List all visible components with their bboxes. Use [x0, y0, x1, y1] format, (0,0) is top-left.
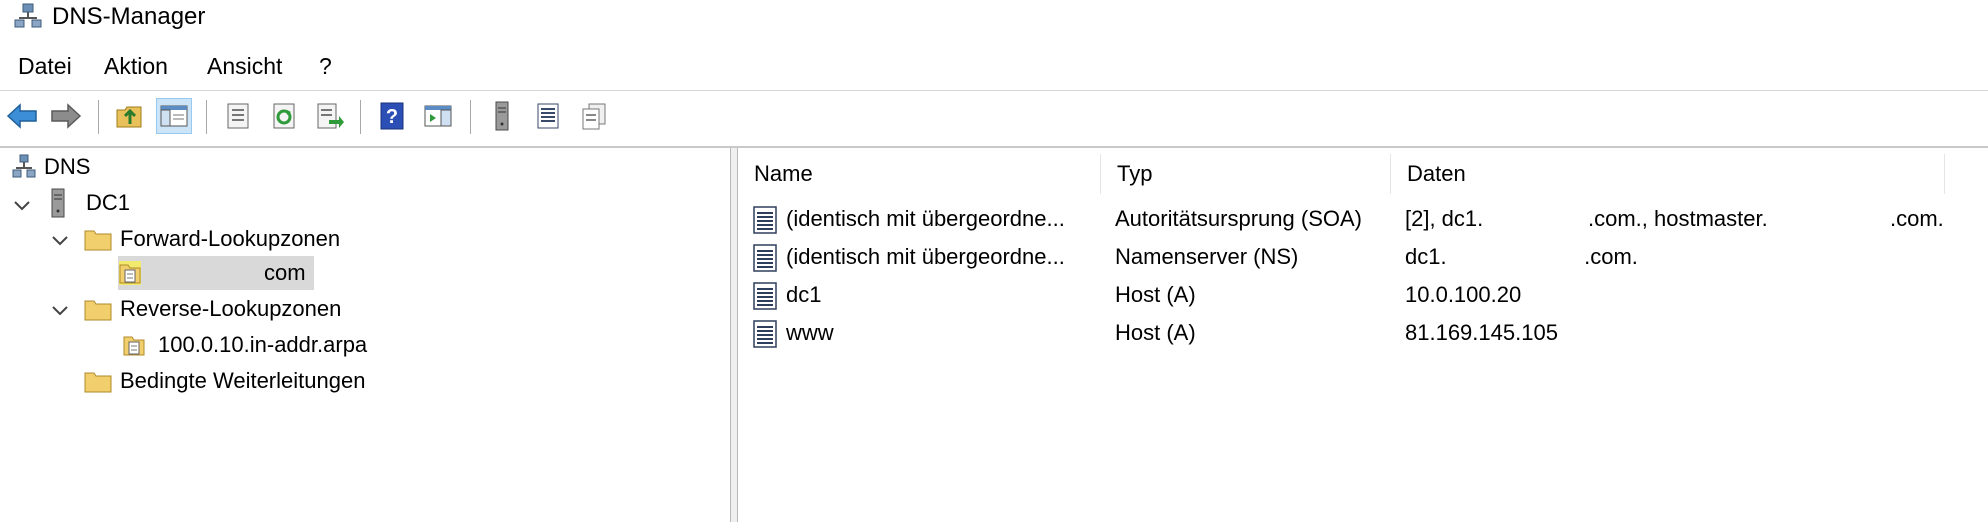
tree-item-reverse-lookup-zones[interactable]: Reverse-Lookupzonen [84, 292, 341, 326]
cell-name: www [786, 320, 834, 345]
refresh-button[interactable] [266, 98, 302, 134]
folder-icon [84, 300, 112, 321]
chevron-down-icon[interactable] [12, 195, 32, 215]
toolbar-separator [206, 100, 207, 134]
dns-manager-icon [14, 3, 42, 28]
cell-data: dc1. [1405, 244, 1447, 269]
table-row[interactable]: (identisch mit übergeordne... Namenserve… [738, 238, 1988, 276]
forward-arrow-icon [51, 103, 82, 129]
cell-type: Host (A) [1115, 282, 1196, 307]
dns-root-icon [12, 154, 36, 178]
cell-data: [2], dc1. [1405, 206, 1484, 231]
export-list-icon [317, 103, 344, 129]
cell-type: Autoritätsursprung (SOA) [1115, 206, 1362, 231]
record-list-icon [537, 103, 559, 129]
show-hide-tree-icon [160, 105, 188, 127]
record-icon [753, 206, 777, 234]
copy-records-icon [582, 103, 606, 130]
menu-help[interactable]: ? [317, 52, 334, 80]
table-row[interactable]: (identisch mit übergeordne... Autoritäts… [738, 200, 1988, 238]
menu-ansicht[interactable]: Ansicht [205, 52, 284, 80]
tree-label-forward-zone: com [264, 260, 306, 285]
properties-button[interactable] [220, 98, 256, 134]
tree-label-conditional-forwarders: Bedingte Weiterleitungen [120, 368, 366, 393]
menu-datei[interactable]: Datei [16, 52, 74, 80]
refresh-icon [273, 103, 295, 129]
show-hide-action-pane-button[interactable] [420, 98, 456, 134]
cell-data: .com. [1890, 206, 1944, 231]
tree-label-dns: DNS [44, 154, 91, 179]
record-icon [753, 320, 777, 348]
table-row[interactable]: dc1 Host (A) 10.0.100.20 [738, 276, 1988, 314]
help-button[interactable]: ? [374, 98, 410, 134]
record-list-button[interactable] [530, 98, 566, 134]
menu-aktion[interactable]: Aktion [102, 52, 170, 80]
cell-name: dc1 [786, 282, 822, 307]
svg-text:?: ? [386, 106, 398, 128]
tree-item-dns[interactable]: DNS [12, 150, 90, 184]
title-bar: DNS-Manager [0, 0, 1988, 36]
results-list: Name Typ Daten (identisch mit übergeordn… [738, 148, 1988, 522]
toolbar-separator [98, 100, 99, 134]
tree-label-reverse-lookup-zones: Reverse-Lookupzonen [120, 296, 342, 321]
back-button[interactable] [4, 98, 40, 134]
server-button[interactable] [484, 98, 520, 134]
tree-label-forward-lookup-zones: Forward-Lookupzonen [120, 226, 341, 251]
redacted-zone-name [146, 261, 264, 285]
pane-splitter[interactable] [730, 148, 738, 522]
list-header: Name Typ Daten [738, 154, 1988, 194]
zone-icon [119, 261, 141, 285]
server-icon [495, 101, 509, 131]
export-list-button[interactable] [312, 98, 348, 134]
tree-item-reverse-zone[interactable]: 100.0.10.in-addr.arpa [122, 328, 367, 362]
cell-name: (identisch mit übergeordne... [786, 244, 1065, 269]
toolbar-separator [360, 100, 361, 134]
tree-item-forward-lookup-zones[interactable]: Forward-Lookupzonen [84, 222, 340, 256]
record-icon [753, 282, 777, 310]
chevron-down-icon[interactable] [50, 230, 70, 250]
tree-item-conditional-forwarders[interactable]: Bedingte Weiterleitungen [84, 364, 365, 398]
cell-type: Namenserver (NS) [1115, 244, 1299, 269]
tree-label-reverse-zone: 100.0.10.in-addr.arpa [158, 332, 368, 357]
server-icon [51, 188, 65, 218]
menu-bar: Datei Aktion Ansicht ? [0, 48, 1988, 88]
show-hide-console-tree-button[interactable] [156, 98, 192, 134]
column-header-typ[interactable]: Typ [1101, 154, 1391, 194]
tree-item-dc1[interactable]: DC1 [48, 186, 130, 220]
cell-data: .com. [1578, 244, 1638, 269]
cell-data: 10.0.100.20 [1405, 282, 1522, 307]
column-header-name[interactable]: Name [738, 154, 1101, 194]
help-icon: ? [380, 102, 404, 130]
folder-icon [84, 372, 112, 393]
menu-separator [0, 90, 1988, 91]
back-arrow-icon [6, 103, 37, 129]
up-folder-icon [116, 106, 142, 128]
action-pane-icon [424, 105, 452, 127]
cell-data: .com., hostmaster. [1588, 206, 1768, 231]
chevron-down-icon[interactable] [50, 300, 70, 320]
record-icon [753, 244, 777, 272]
copy-records-button[interactable] [576, 98, 612, 134]
folder-icon [84, 230, 112, 251]
console-tree: DNS DC1 Forward-Lookupzonen com Reverse-… [0, 148, 730, 522]
forward-button[interactable] [48, 98, 84, 134]
cell-data: 81.169.145.105 [1405, 320, 1558, 345]
zone-icon [123, 336, 145, 356]
cell-name: (identisch mit übergeordne... [786, 206, 1065, 231]
cell-type: Host (A) [1115, 320, 1196, 345]
up-one-level-button[interactable] [112, 98, 148, 134]
window-title: DNS-Manager [52, 3, 206, 30]
tree-item-forward-zone[interactable]: com [118, 256, 314, 290]
column-header-daten[interactable]: Daten [1391, 154, 1945, 194]
tree-label-dc1: DC1 [86, 190, 131, 215]
properties-icon [227, 103, 249, 129]
table-row[interactable]: www Host (A) 81.169.145.105 [738, 314, 1988, 352]
toolbar-separator [470, 100, 471, 134]
toolbar: ? [0, 92, 1988, 142]
